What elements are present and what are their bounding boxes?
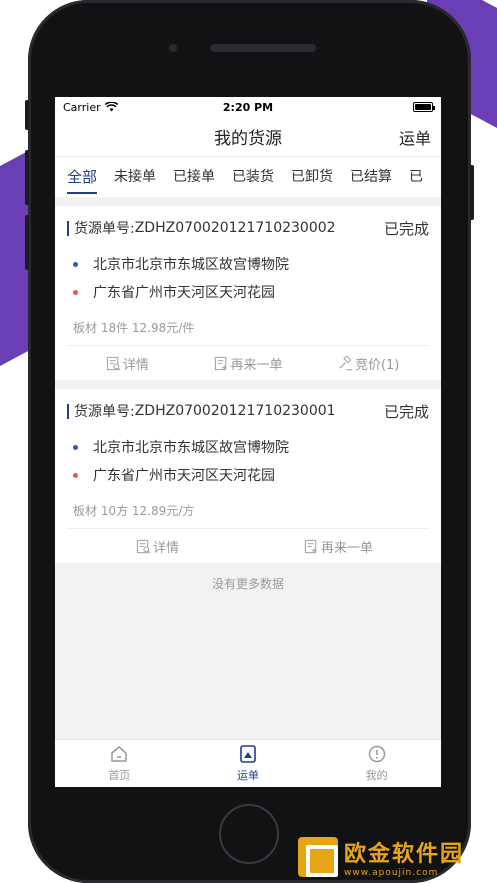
- detail-icon: [106, 356, 121, 370]
- origin-address: 北京市北京市东城区故宫博物院: [67, 433, 429, 461]
- reorder-icon: [304, 539, 317, 553]
- order-card[interactable]: 货源单号: ZDHZ070020121710230001 已完成 北京市北京市东…: [55, 389, 441, 563]
- order-accent-bar: [67, 403, 69, 419]
- no-more-data: 没有更多数据: [211, 577, 284, 591]
- waybill-nav-button[interactable]: 运单: [399, 125, 431, 149]
- status-time: 2:20 PM: [222, 100, 274, 114]
- home-button[interactable]: [219, 804, 279, 864]
- tab-settled[interactable]: 已结算: [350, 157, 392, 197]
- reorder-button[interactable]: 再来一单: [188, 354, 309, 373]
- destination-dot-icon: [73, 289, 78, 295]
- earpiece-speaker: [210, 44, 316, 52]
- order-status: 已完成: [383, 402, 429, 421]
- order-number-label: 货源单号:: [74, 404, 135, 420]
- origin-text: 北京市北京市东城区故宫博物院: [93, 440, 289, 456]
- tabbar-home[interactable]: 首页: [55, 740, 184, 787]
- origin-dot-icon: [73, 261, 78, 267]
- tab-loaded[interactable]: 已装货: [232, 157, 274, 197]
- gavel-icon: [339, 355, 353, 370]
- app-screen: Carrier 2:20 PM 我的货源 运单 全部 未接单 已接单 已装货 已…: [55, 97, 441, 787]
- order-number-label: 货源单号:: [74, 221, 135, 237]
- status-tabs: 全部 未接单 已接单 已装货 已卸货 已结算 已: [55, 157, 441, 197]
- tab-accepted[interactable]: 已接单: [173, 157, 215, 197]
- destination-address: 广东省广州市天河区天河花园: [67, 461, 429, 489]
- tab-all[interactable]: 全部: [67, 157, 98, 197]
- site-watermark: 欧金软件园 www.apoujin.com: [298, 836, 464, 878]
- order-number: 货源单号: ZDHZ070020121710230002: [67, 218, 336, 238]
- order-number-value: ZDHZ070020121710230001: [134, 403, 336, 419]
- watermark-url: www.apoujin.com: [344, 868, 439, 878]
- goods-info: 板材 18件 12.98元/件: [67, 310, 429, 346]
- origin-dot-icon: [73, 444, 78, 450]
- order-card[interactable]: 货源单号: ZDHZ070020121710230002 已完成 北京市北京市东…: [55, 206, 441, 380]
- waybill-icon: [240, 745, 256, 763]
- origin-text: 北京市北京市东城区故宫博物院: [93, 257, 289, 273]
- order-number: 货源单号: ZDHZ070020121710230001: [67, 401, 336, 421]
- watermark-title: 欧金软件园: [344, 842, 465, 867]
- detail-button[interactable]: 详情: [67, 537, 248, 556]
- detail-button[interactable]: 详情: [67, 354, 188, 373]
- battery-icon: [413, 102, 435, 112]
- front-camera: [169, 44, 177, 52]
- home-icon: [111, 746, 128, 762]
- bottom-tab-bar: 首页 运单 我的: [55, 739, 441, 787]
- order-list: 货源单号: ZDHZ070020121710230002 已完成 北京市北京市东…: [55, 197, 441, 599]
- status-bar: Carrier 2:20 PM: [55, 97, 441, 117]
- destination-text: 广东省广州市天河区天河花园: [93, 468, 275, 484]
- mute-switch: [25, 100, 29, 130]
- reorder-button[interactable]: 再来一单: [248, 537, 429, 556]
- order-actions: 详情 再来一单: [67, 529, 429, 563]
- volume-down-button: [25, 215, 29, 270]
- watermark-logo-icon: [298, 837, 338, 877]
- destination-text: 广东省广州市天河区天河花园: [93, 285, 275, 301]
- tab-unloaded[interactable]: 已卸货: [291, 157, 333, 197]
- order-accent-bar: [67, 220, 69, 236]
- volume-up-button: [25, 150, 29, 205]
- goods-info: 板材 10方 12.89元/方: [67, 493, 429, 529]
- bid-button[interactable]: 竞价(1): [308, 354, 429, 373]
- order-number-value: ZDHZ070020121710230002: [134, 220, 336, 236]
- page-title: 我的货源: [214, 129, 282, 149]
- order-actions: 详情 再来一单 竞价(1): [67, 346, 429, 380]
- power-button: [470, 165, 474, 220]
- destination-dot-icon: [73, 472, 78, 478]
- tabbar-mine[interactable]: 我的: [312, 740, 441, 787]
- tab-more[interactable]: 已: [409, 157, 423, 197]
- origin-address: 北京市北京市东城区故宫博物院: [67, 250, 429, 278]
- tab-not-accepted[interactable]: 未接单: [114, 157, 156, 197]
- navigation-bar: 我的货源 运单: [55, 117, 441, 157]
- destination-address: 广东省广州市天河区天河花园: [67, 278, 429, 306]
- detail-icon: [136, 539, 151, 553]
- info-circle-icon: [368, 745, 385, 763]
- tabbar-waybill[interactable]: 运单: [184, 740, 313, 787]
- reorder-icon: [214, 356, 227, 370]
- order-status: 已完成: [383, 219, 429, 238]
